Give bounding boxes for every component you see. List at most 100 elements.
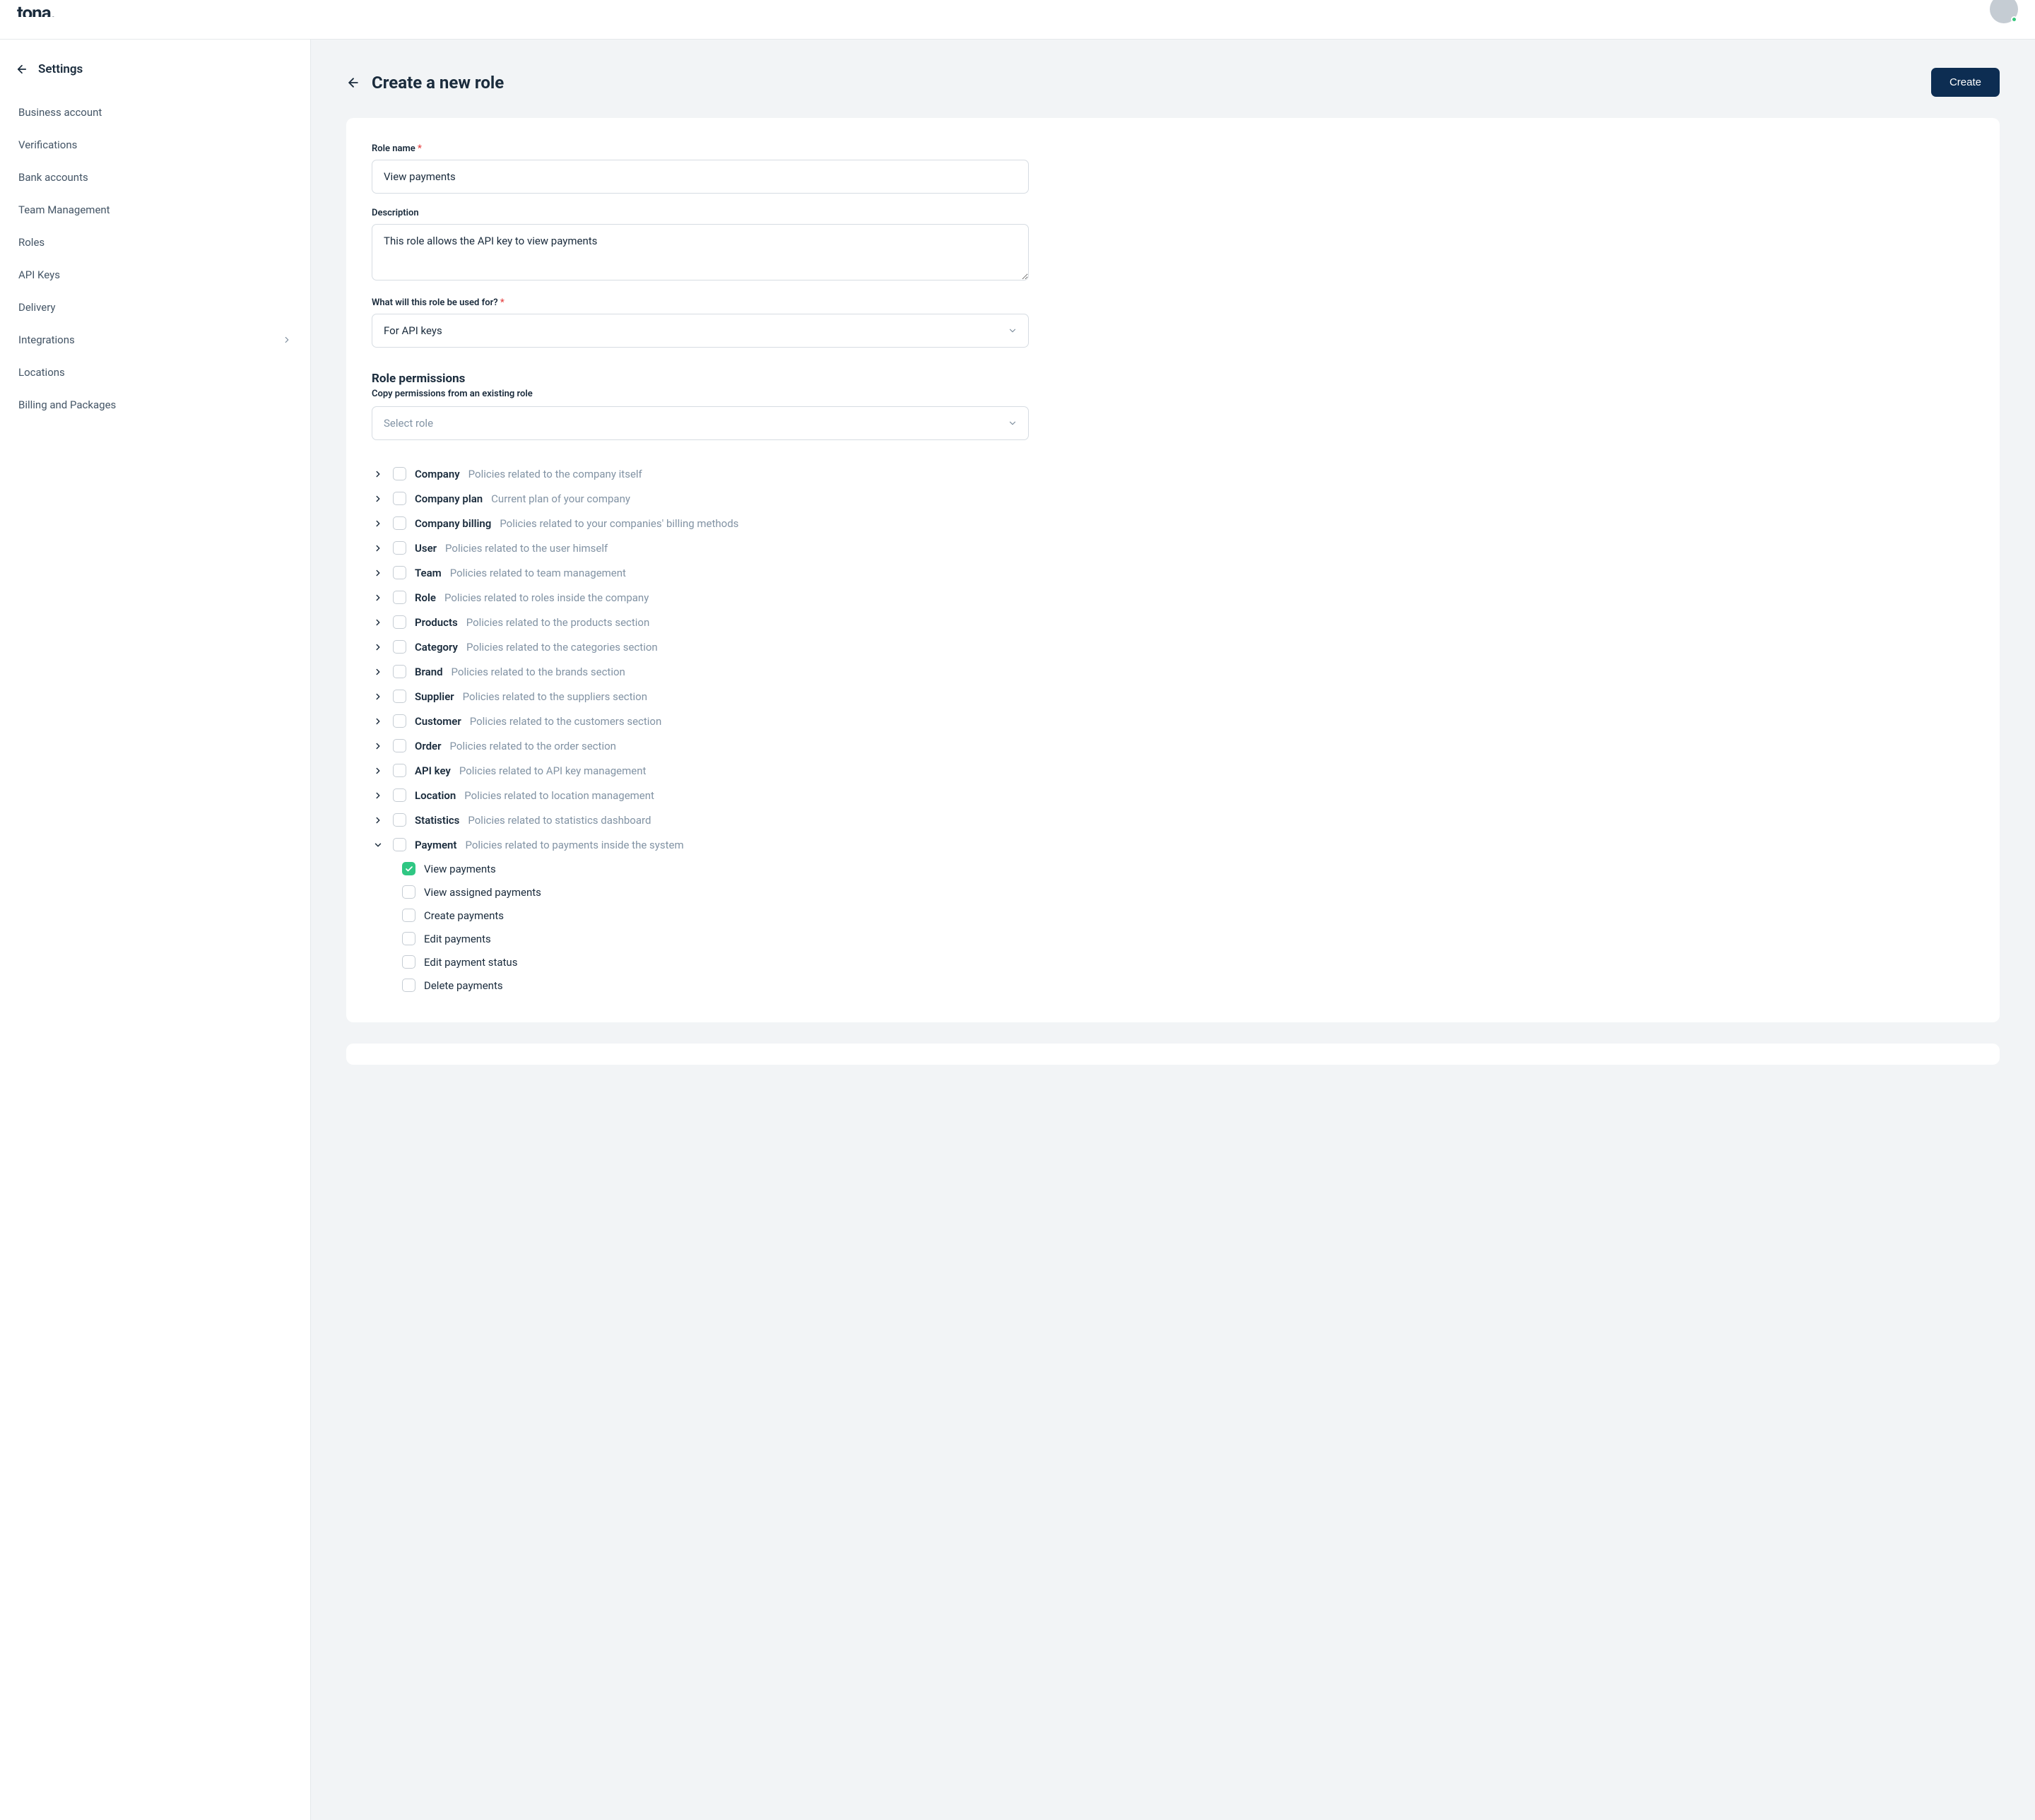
- permission-group-role: RolePolicies related to roles inside the…: [372, 585, 1974, 610]
- sidebar-item-locations[interactable]: Locations: [16, 356, 295, 389]
- chevron-right-icon[interactable]: [372, 690, 384, 703]
- permission-description: Policies related to API key management: [459, 764, 647, 777]
- permission-checkbox[interactable]: [393, 516, 406, 530]
- permission-description: Policies related to the categories secti…: [466, 641, 658, 654]
- permission-checkbox[interactable]: [393, 541, 406, 555]
- permission-checkbox[interactable]: [393, 690, 406, 703]
- settings-title: Settings: [38, 62, 83, 76]
- permission-child-view-payments: View payments: [402, 857, 1974, 880]
- permission-checkbox[interactable]: [393, 640, 406, 654]
- chevron-right-icon[interactable]: [372, 789, 384, 802]
- permission-child-label: Edit payment status: [424, 956, 517, 969]
- permissions-list: CompanyPolicies related to the company i…: [372, 461, 1974, 997]
- permission-checkbox[interactable]: [393, 665, 406, 678]
- permission-checkbox[interactable]: [393, 492, 406, 505]
- chevron-right-icon[interactable]: [372, 517, 384, 530]
- permission-description: Policies related to the order section: [450, 740, 616, 752]
- sidebar-item-label: Locations: [18, 366, 65, 379]
- chevron-right-icon[interactable]: [372, 492, 384, 505]
- permission-name: Order: [415, 740, 442, 752]
- sidebar-item-api-keys[interactable]: API Keys: [16, 259, 295, 291]
- sidebar-item-label: Verifications: [18, 138, 77, 151]
- create-button[interactable]: Create: [1931, 68, 2000, 97]
- chevron-down-icon[interactable]: [372, 839, 384, 851]
- role-form-card: Role name * Description What will this r…: [346, 118, 2000, 1022]
- permission-name: Category: [415, 641, 458, 654]
- sidebar-item-integrations[interactable]: Integrations: [16, 324, 295, 356]
- permissions-heading: Role permissions: [372, 372, 1974, 386]
- sidebar-item-verifications[interactable]: Verifications: [16, 129, 295, 161]
- permission-child-checkbox[interactable]: [402, 932, 415, 945]
- permission-name: Customer: [415, 715, 461, 728]
- permission-group-company-billing: Company billingPolicies related to your …: [372, 511, 1974, 536]
- permission-group-payment: Payment Policies related to payments insi…: [372, 832, 1974, 857]
- sidebar-item-billing-and-packages[interactable]: Billing and Packages: [16, 389, 295, 421]
- permission-child-label: Create payments: [424, 909, 504, 922]
- sidebar-item-business-account[interactable]: Business account: [16, 96, 295, 129]
- required-indicator: *: [418, 143, 422, 154]
- usage-select[interactable]: For API keys: [372, 314, 1029, 348]
- chevron-right-icon[interactable]: [372, 616, 384, 629]
- description-textarea[interactable]: [372, 224, 1029, 280]
- chevron-right-icon[interactable]: [372, 740, 384, 752]
- permission-name: Brand: [415, 666, 443, 678]
- permission-checkbox[interactable]: [393, 813, 406, 827]
- permission-child-delete-payments: Delete payments: [402, 974, 1974, 997]
- permission-checkbox[interactable]: [393, 467, 406, 480]
- permission-checkbox[interactable]: [393, 615, 406, 629]
- chevron-right-icon[interactable]: [372, 641, 384, 654]
- chevron-right-icon[interactable]: [372, 814, 384, 827]
- chevron-right-icon[interactable]: [372, 468, 384, 480]
- permission-checkbox[interactable]: [393, 591, 406, 604]
- permission-group-customer: Customer Policies related to the customer…: [372, 709, 1974, 733]
- permission-description: Current plan of your company: [491, 492, 630, 505]
- sidebar-item-label: Team Management: [18, 203, 110, 216]
- sidebar-item-bank-accounts[interactable]: Bank accounts: [16, 161, 295, 194]
- permission-checkbox[interactable]: [393, 739, 406, 752]
- sidebar-item-label: Business account: [18, 106, 102, 119]
- chevron-right-icon[interactable]: [372, 715, 384, 728]
- chevron-right-icon[interactable]: [372, 666, 384, 678]
- permission-checkbox[interactable]: [393, 764, 406, 777]
- arrow-left-icon[interactable]: [346, 76, 360, 90]
- permission-description: Policies related to payments inside the …: [465, 839, 683, 851]
- sidebar-item-label: Roles: [18, 236, 45, 249]
- chevron-right-icon[interactable]: [372, 764, 384, 777]
- permission-name: Payment: [415, 839, 456, 851]
- permission-group-user: UserPolicies related to the user himself: [372, 536, 1974, 560]
- chevron-right-icon[interactable]: [372, 567, 384, 579]
- permission-child-label: Delete payments: [424, 979, 503, 992]
- permission-group-company: CompanyPolicies related to the company i…: [372, 461, 1974, 486]
- permission-description: Policies related to roles inside the com…: [444, 591, 649, 604]
- permission-checkbox[interactable]: [393, 714, 406, 728]
- usage-label: What will this role be used for? *: [372, 297, 1029, 308]
- permission-child-checkbox[interactable]: [402, 979, 415, 992]
- permission-checkbox[interactable]: [393, 788, 406, 802]
- avatar-wrap[interactable]: [1990, 0, 2018, 23]
- permission-child-label: Edit payments: [424, 933, 491, 945]
- permission-group-supplier: SupplierPolicies related to the supplier…: [372, 684, 1974, 709]
- role-name-input[interactable]: [372, 160, 1029, 194]
- permission-name: Statistics: [415, 814, 459, 827]
- sidebar-item-team-management[interactable]: Team Management: [16, 194, 295, 226]
- permission-child-checkbox[interactable]: [402, 909, 415, 922]
- sidebar-item-delivery[interactable]: Delivery: [16, 291, 295, 324]
- permission-child-checkbox[interactable]: [402, 885, 415, 899]
- permission-description: Policies related to the customers sectio…: [470, 715, 662, 728]
- copy-permissions-label: Copy permissions from an existing role: [372, 389, 1974, 399]
- permission-group-api-key: API keyPolicies related to API key manag…: [372, 758, 1974, 783]
- permission-child-checkbox[interactable]: [402, 862, 415, 875]
- permission-description: Policies related to the suppliers sectio…: [463, 690, 647, 703]
- permission-child-checkbox[interactable]: [402, 955, 415, 969]
- settings-back[interactable]: Settings: [16, 62, 295, 76]
- copy-role-select[interactable]: Select role: [372, 406, 1029, 440]
- sidebar-item-roles[interactable]: Roles: [16, 226, 295, 259]
- chevron-right-icon[interactable]: [372, 542, 384, 555]
- permission-name: Team: [415, 567, 442, 579]
- chevron-right-icon[interactable]: [372, 591, 384, 604]
- permission-checkbox[interactable]: [393, 838, 406, 851]
- permission-checkbox[interactable]: [393, 566, 406, 579]
- logo[interactable]: tona.: [17, 3, 55, 17]
- permission-name: User: [415, 542, 437, 555]
- permission-description: Policies related to the products section: [466, 616, 650, 629]
